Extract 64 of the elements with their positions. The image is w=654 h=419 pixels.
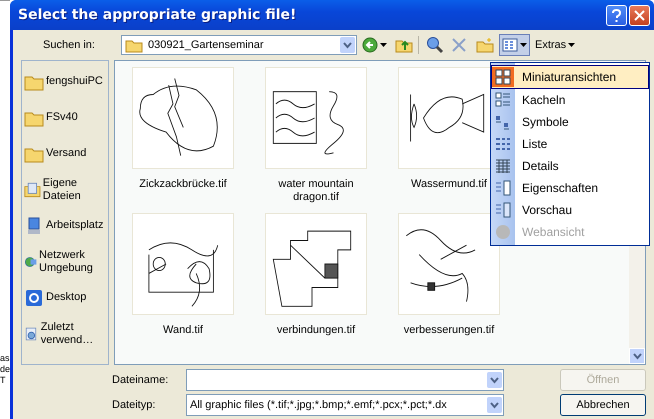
look-in-label: Suchen in: <box>42 39 96 51</box>
folder-icon <box>125 38 143 52</box>
question-mark-icon <box>612 8 621 22</box>
look-in-dropdown[interactable]: 030921_Gartenseminar <box>121 35 357 55</box>
file-name-field[interactable] <box>186 369 504 391</box>
chevron-down-icon <box>490 376 499 384</box>
extras-menu-button[interactable]: Extras <box>532 34 578 56</box>
background-window-text: as <box>0 353 10 363</box>
window-title: Select the appropriate graphic file! <box>18 7 298 23</box>
icons-view-icon <box>495 114 511 130</box>
caret-icon <box>520 43 527 47</box>
background-window-text: T <box>0 375 6 385</box>
file-type-dropdown[interactable]: All graphic files (*.tif;*.jpg;*.bmp;*.emf;*.pcx;*.pct;*.dx <box>186 394 504 416</box>
menu-item[interactable]: Liste <box>492 133 648 155</box>
menu-item[interactable]: Miniaturansichten <box>491 65 649 89</box>
file-name: Wand.tif <box>162 324 204 337</box>
caret-icon <box>380 43 387 47</box>
tiles-icon <box>495 92 511 108</box>
delete-x-icon <box>452 38 466 52</box>
menu-item[interactable]: Eigenschaften <box>492 177 648 199</box>
places-item[interactable]: Eigene Dateien <box>22 173 108 206</box>
preview-icon <box>495 202 511 218</box>
file-name: water mountain dragon.tif <box>277 178 355 204</box>
desktop-icon <box>24 288 44 308</box>
chevron-down-icon <box>490 402 499 408</box>
places-item[interactable]: Zuletzt verwend… <box>22 317 108 350</box>
places-item[interactable]: FSv40 <box>22 101 108 134</box>
file-thumbnail[interactable] <box>398 213 500 315</box>
properties-icon <box>495 180 511 196</box>
file-name: Zickzackbrücke.tif <box>138 178 228 191</box>
grid-view-icon <box>502 38 518 52</box>
file-thumbnail[interactable] <box>132 213 234 315</box>
close-button[interactable] <box>629 4 650 26</box>
file-name: verbesserungen.tif <box>402 324 496 337</box>
views-button[interactable] <box>499 34 530 56</box>
places-item[interactable]: Versand <box>22 137 108 170</box>
search-globe-icon <box>426 36 444 54</box>
menu-item[interactable]: Kacheln <box>492 89 648 111</box>
file-thumbnail[interactable] <box>265 213 367 315</box>
chevron-down-icon <box>343 42 352 48</box>
cancel-button[interactable]: Abbrechen <box>560 394 646 416</box>
help-button[interactable] <box>606 4 627 26</box>
close-icon <box>634 10 645 20</box>
places-item[interactable]: Netzwerk Umgebung <box>22 245 108 278</box>
thumbnails-icon <box>495 69 511 85</box>
file-thumbnail[interactable] <box>132 67 234 169</box>
globe-icon <box>495 224 511 240</box>
file-thumbnail[interactable] <box>265 67 367 169</box>
file-name: Wassermund.tif <box>410 178 488 191</box>
menu-item[interactable]: Symbole <box>492 111 648 133</box>
places-item[interactable]: Arbeitsplatz <box>22 209 108 242</box>
background-window-text: de <box>0 364 10 374</box>
new-folder-icon <box>476 37 494 53</box>
caret-icon <box>568 43 576 47</box>
menu-item[interactable]: Vorschau <box>492 199 648 221</box>
menu-item[interactable]: Details <box>492 155 648 177</box>
file-name: verbindungen.tif <box>276 324 356 337</box>
file-type-label: Dateityp: <box>112 399 156 411</box>
list-icon <box>495 136 511 152</box>
file-name-label: Dateiname: <box>112 374 170 386</box>
places-item[interactable]: fengshuiPC <box>22 65 108 98</box>
chevron-down-icon <box>632 352 642 360</box>
details-icon <box>495 158 511 174</box>
places-item[interactable]: Desktop <box>22 281 108 314</box>
